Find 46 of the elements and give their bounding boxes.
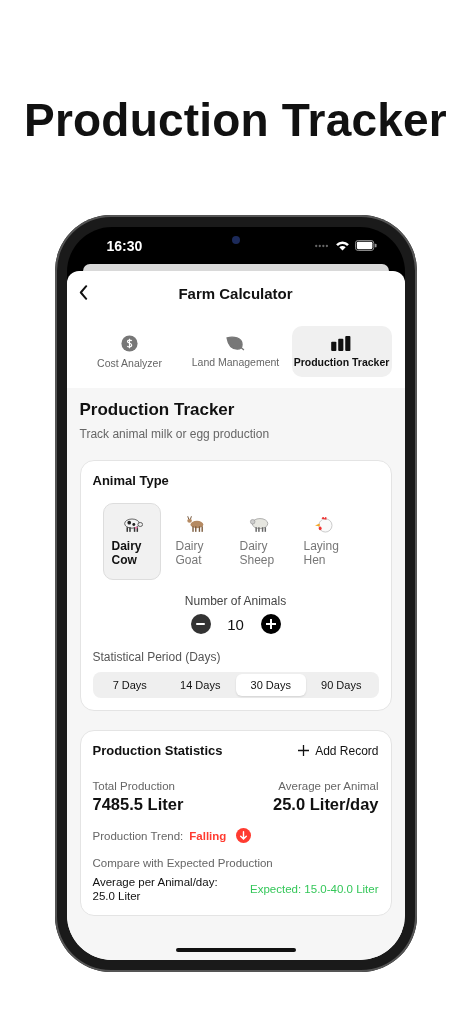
chevron-left-icon bbox=[78, 285, 88, 300]
expected-range: Expected: 15.0-40.0 Liter bbox=[250, 883, 379, 895]
headline: Production Tracker bbox=[24, 93, 447, 148]
card-title: Production Statistics bbox=[92, 743, 223, 758]
animal-option[interactable]: Dairy Sheep bbox=[230, 503, 289, 580]
tab[interactable]: Cost Analyzer bbox=[79, 326, 180, 377]
animal-option[interactable]: Laying Hen bbox=[294, 503, 353, 580]
trend-value: Falling bbox=[189, 829, 227, 842]
section-title: Production Tracker bbox=[79, 400, 236, 420]
decrement-button[interactable] bbox=[190, 614, 211, 634]
increment-button[interactable] bbox=[260, 614, 281, 634]
period-option[interactable]: 14 Days bbox=[165, 674, 236, 696]
count-value: 10 bbox=[226, 615, 245, 633]
average-value: 25.0 Liter/day bbox=[273, 795, 379, 814]
back-button[interactable] bbox=[78, 285, 88, 300]
trend-label: Production Trend: bbox=[92, 829, 184, 842]
period-label: Statistical Period (Days) bbox=[92, 650, 222, 664]
nav-title: Farm Calculator bbox=[178, 284, 293, 302]
hen-icon bbox=[314, 516, 333, 533]
wifi-icon bbox=[334, 240, 350, 251]
status-time: 16:30 bbox=[106, 237, 143, 254]
signal-icon bbox=[313, 243, 330, 248]
compare-value: Average per Animal/day: 25.0 Liter bbox=[92, 875, 219, 903]
battery-icon bbox=[354, 240, 377, 251]
tab[interactable]: Land Management bbox=[185, 326, 286, 377]
section-subtitle: Track animal milk or egg production bbox=[79, 427, 271, 441]
period-option[interactable]: 7 Days bbox=[94, 674, 165, 696]
tab[interactable]: Production Tracker bbox=[291, 326, 392, 377]
minus-icon bbox=[196, 623, 205, 625]
animal-option[interactable]: Dairy Goat bbox=[166, 503, 225, 580]
period-option[interactable]: 30 Days bbox=[235, 674, 306, 696]
compare-label: Compare with Expected Production bbox=[92, 857, 274, 869]
card-title: Animal Type bbox=[92, 473, 170, 488]
total-label: Total Production bbox=[92, 780, 176, 792]
animal-option[interactable]: Dairy Cow bbox=[102, 503, 161, 580]
plus-icon bbox=[265, 619, 276, 629]
add-record-button[interactable]: Add Record bbox=[298, 743, 379, 758]
sheep-icon bbox=[248, 516, 271, 533]
bar-chart-icon bbox=[331, 335, 352, 351]
average-label: Average per Animal bbox=[277, 780, 379, 792]
total-value: 7485.5 Liter bbox=[92, 795, 184, 814]
count-label: Number of Animals bbox=[183, 594, 288, 608]
dollar-icon bbox=[121, 334, 138, 352]
plus-icon bbox=[298, 745, 310, 756]
period-option[interactable]: 90 Days bbox=[306, 674, 377, 696]
leaf-icon bbox=[226, 335, 245, 351]
